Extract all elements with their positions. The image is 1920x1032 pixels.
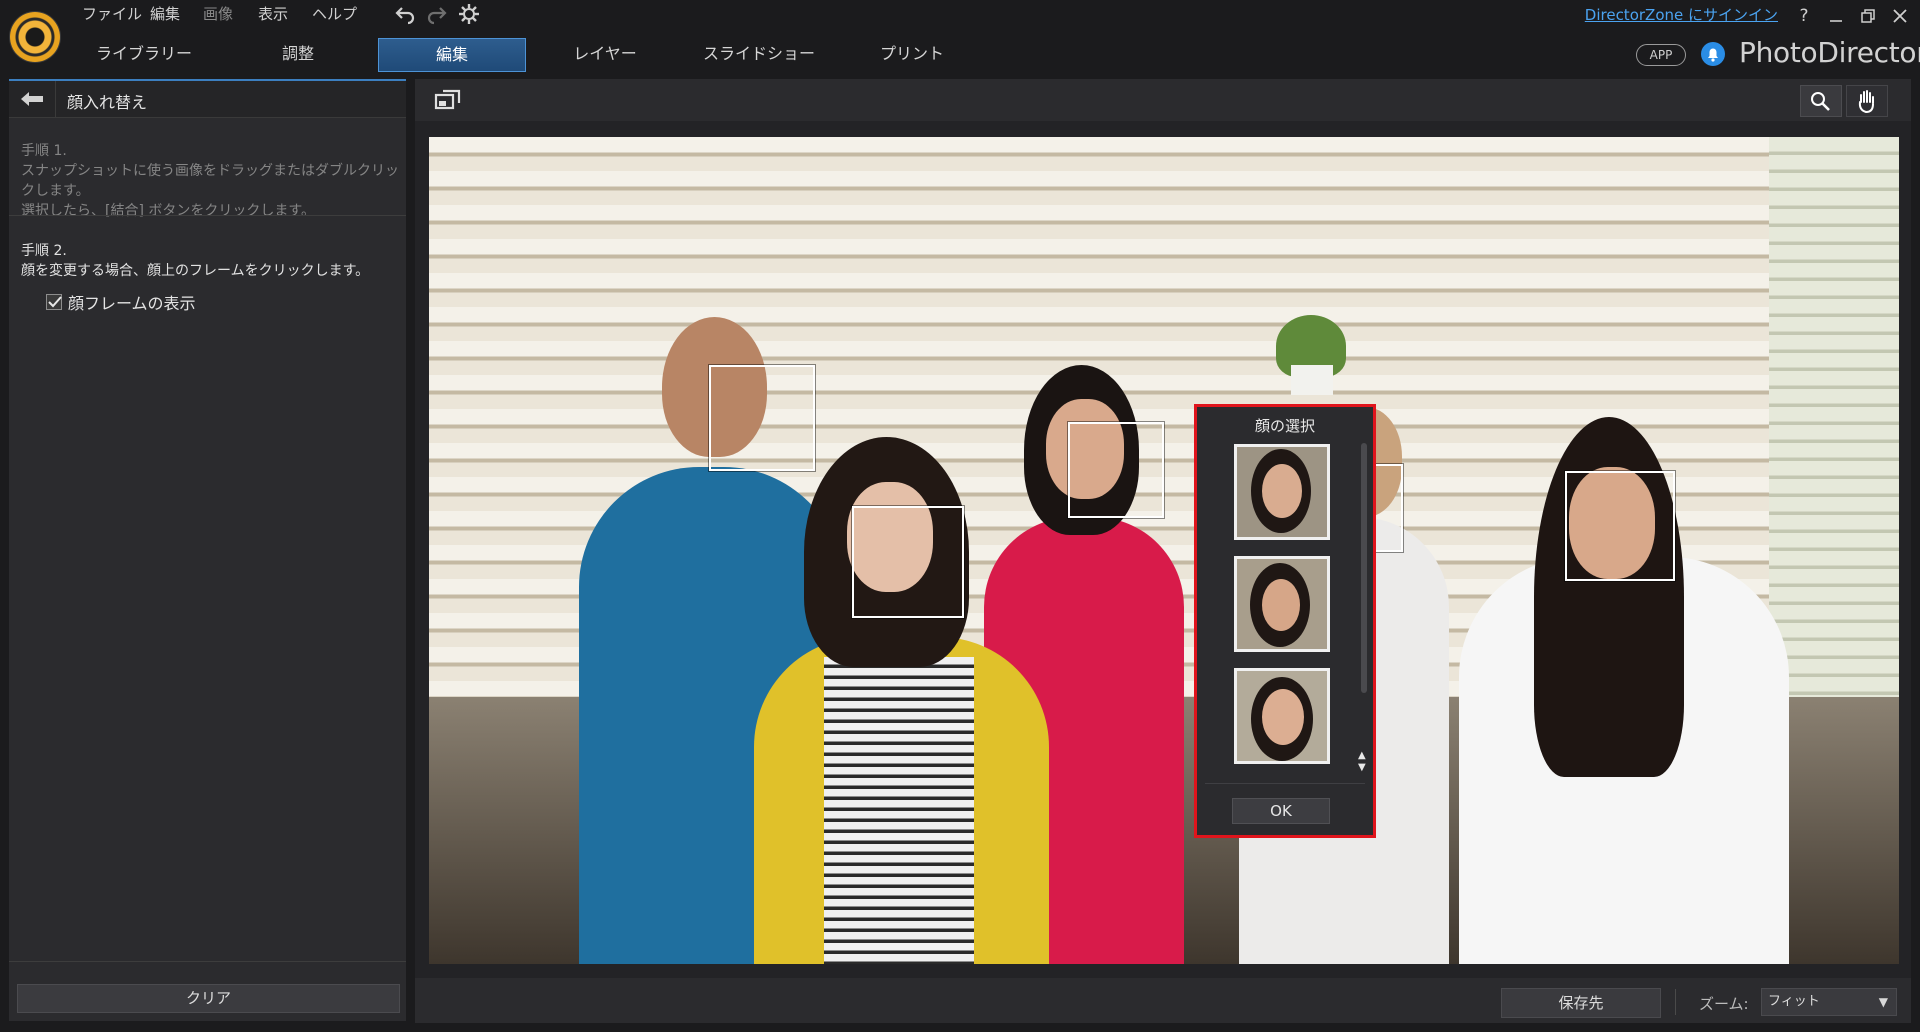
zoom-value: フィット (1768, 994, 1820, 1009)
plant-pot (1291, 365, 1333, 395)
face-thumbnail-2[interactable] (1234, 556, 1330, 652)
face-frame-woman-yellow[interactable] (852, 506, 964, 618)
popup-title: 顔の選択 (1254, 417, 1315, 435)
face-frame-woman-red[interactable] (1068, 422, 1164, 518)
menu-help[interactable]: ヘルプ (312, 2, 357, 26)
divider (9, 961, 406, 962)
close-icon[interactable] (1888, 4, 1912, 28)
compare-view-icon[interactable] (434, 88, 462, 112)
settings-icon[interactable] (456, 2, 482, 28)
step1-line2: 選択したら、[結合] ボタンをクリックします。 (21, 203, 315, 219)
brand-name: PhotoDirector (1739, 36, 1920, 69)
hand-tool-icon[interactable] (1846, 85, 1888, 117)
step2-instructions: 手順 2. 顔を変更する場合、顔上のフレームをクリックします。 (21, 241, 401, 281)
step1-instructions: 手順 1. スナップショットに使う画像をドラッグまたはダブルクリックします。 選… (21, 141, 401, 221)
chevron-down-icon: ▼ (1878, 995, 1888, 1009)
step2-line1: 顔を変更する場合、顔上のフレームをクリックします。 (21, 263, 370, 279)
menu-image[interactable]: 画像 (203, 2, 233, 26)
menu-edit[interactable]: 編集 (150, 2, 180, 26)
divider (1205, 783, 1365, 784)
group-photo[interactable] (429, 137, 1899, 964)
app-logo-icon (10, 12, 60, 62)
left-panel: 顔入れ替え 手順 1. スナップショットに使う画像をドラッグまたはダブルクリック… (9, 79, 406, 1021)
step1-line1: スナップショットに使う画像をドラッグまたはダブルクリックします。 (21, 163, 399, 199)
face-selection-popup: 顔の選択 ▲ ▼ OK (1194, 404, 1376, 838)
panel-title: 顔入れ替え (67, 93, 148, 112)
face-frame-man[interactable] (709, 365, 815, 471)
clear-button[interactable]: クリア (17, 984, 400, 1013)
directorzone-signin-link[interactable]: DirectorZone にサインイン (1585, 4, 1778, 25)
divider (1675, 989, 1676, 1015)
menu-file[interactable]: ファイル (82, 2, 142, 26)
zoom-label: ズーム: (1699, 995, 1749, 1013)
step2-title: 手順 2. (21, 243, 67, 259)
undo-icon[interactable] (392, 2, 418, 28)
ok-button[interactable]: OK (1232, 798, 1330, 824)
step1-title: 手順 1. (21, 143, 67, 159)
checkbox-label: 顔フレームの表示 (68, 294, 196, 313)
save-to-button[interactable]: 保存先 (1501, 988, 1661, 1018)
tab-adjust[interactable]: 調整 (238, 38, 358, 70)
canvas-toolbar (415, 79, 1911, 121)
bottom-bar (415, 978, 1911, 1023)
show-face-frame-checkbox[interactable] (46, 294, 62, 310)
popup-scrollbar[interactable] (1361, 443, 1367, 693)
zoom-tool-icon[interactable] (1800, 85, 1842, 117)
scroll-arrows-icon[interactable]: ▲ ▼ (1358, 750, 1366, 774)
minimize-icon[interactable] (1824, 4, 1848, 28)
tab-print[interactable]: プリント (852, 38, 972, 70)
panel-header: 顔入れ替え (9, 81, 406, 118)
zoom-dropdown[interactable]: フィット ▼ (1761, 988, 1897, 1016)
face-thumbnail-3[interactable] (1234, 668, 1330, 764)
tab-edit[interactable]: 編集 (378, 38, 526, 72)
menu-view[interactable]: 表示 (258, 2, 288, 26)
striped-shirt (824, 657, 974, 964)
restore-icon[interactable] (1856, 4, 1880, 28)
face-frame-woman-right[interactable] (1565, 471, 1675, 581)
tab-slideshow[interactable]: スライドショー (686, 38, 832, 70)
show-face-frame-option[interactable]: 顔フレームの表示 (46, 290, 196, 314)
notification-bell-icon[interactable] (1700, 41, 1726, 67)
tab-layer[interactable]: レイヤー (544, 38, 666, 70)
face-thumbnail-1[interactable] (1234, 444, 1330, 540)
help-button[interactable]: ? (1792, 4, 1816, 28)
app-badge[interactable]: APP (1636, 44, 1686, 66)
divider (9, 215, 406, 216)
back-arrow-icon[interactable] (9, 81, 56, 117)
redo-icon[interactable] (424, 2, 450, 28)
tab-library[interactable]: ライブラリー (84, 38, 204, 70)
